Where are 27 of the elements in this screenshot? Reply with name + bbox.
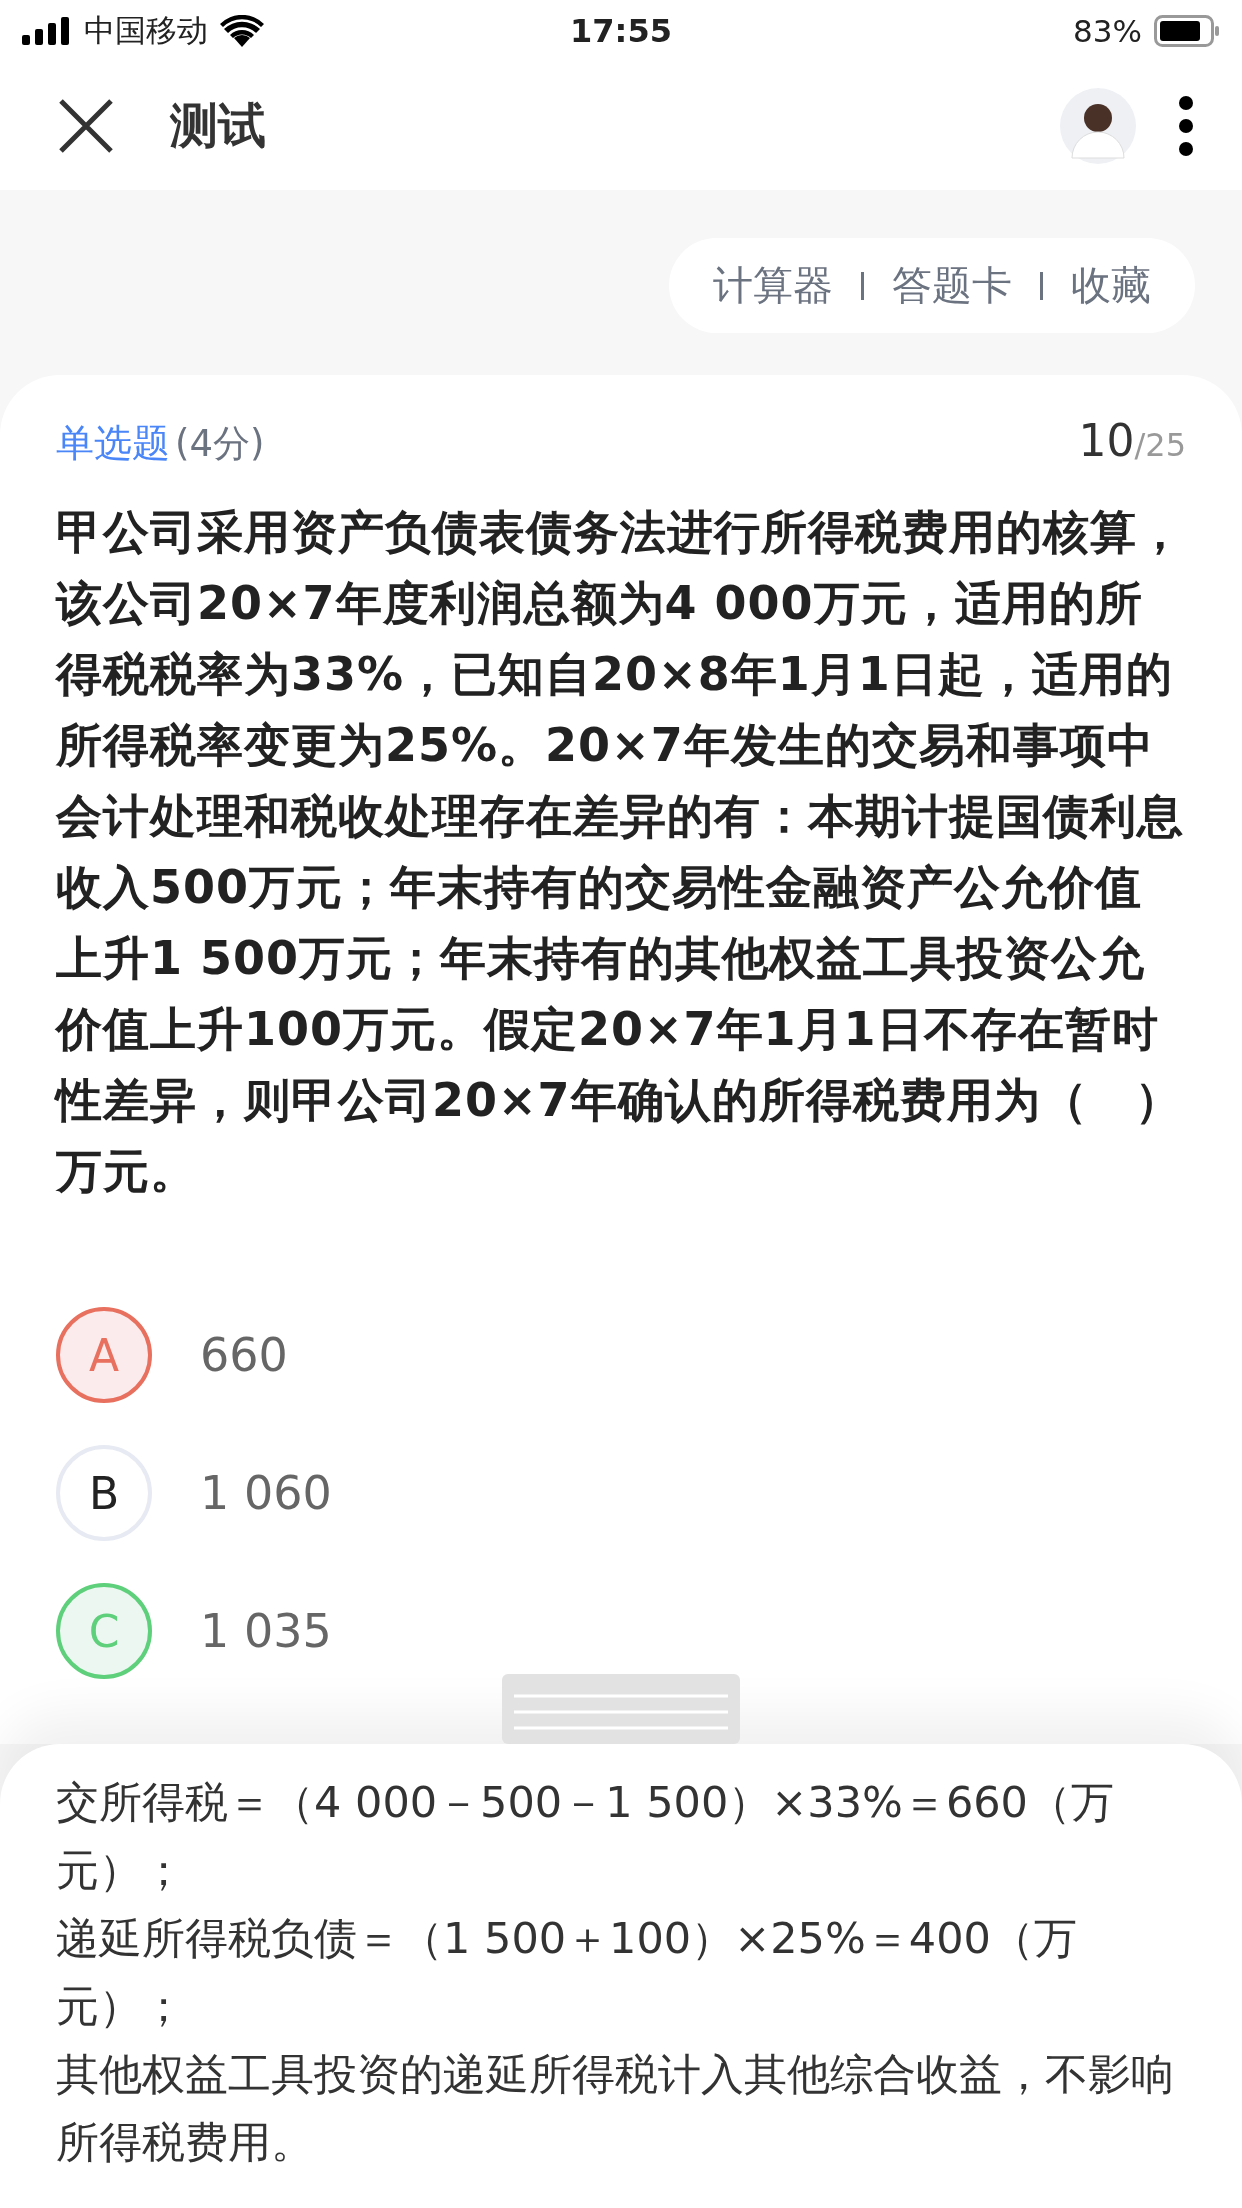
option-circle[interactable]: B bbox=[56, 1445, 152, 1541]
drag-handle-icon[interactable] bbox=[502, 1674, 740, 1744]
signal-icon bbox=[22, 17, 72, 45]
battery-icon bbox=[1154, 15, 1220, 47]
wifi-icon bbox=[220, 15, 264, 47]
toolbar-link[interactable]: 收藏 bbox=[1071, 258, 1151, 313]
current-number: 10 bbox=[1078, 415, 1135, 466]
option-text: 1 035 bbox=[200, 1604, 332, 1658]
option-text: 660 bbox=[200, 1328, 288, 1382]
question-score: (4分) bbox=[175, 422, 265, 465]
clock: 17:55 bbox=[570, 12, 672, 50]
page-title: 测试 bbox=[170, 96, 266, 155]
toolbar-link[interactable]: 答题卡 bbox=[892, 258, 1012, 313]
question-type: 单选题 bbox=[56, 421, 170, 465]
total-count: /25 bbox=[1134, 426, 1186, 464]
battery-percent: 83% bbox=[1073, 13, 1142, 49]
question-text: 甲公司采用资产负债表债务法进行所得税费用的核算，该公司20×7年度利润总额为4 000万元，适用的所得税税率为33%，已知自20×8年1月1日起，适用的所得税率变更为25%。20×7年发生的交易和事项中会计处理和税收处理存在差异的有：本期计提国债利息收入500万元；年末持有的交易性金融资产公允价值上升1 500万元；年末持有的其他权益工具投资公允价值上升100万元。假定20×7年1月1日不存在暂时性差异，则甲公司20×7年确认的所得税费用为（ ）万元。 bbox=[56, 504, 1185, 1200]
close-button[interactable] bbox=[58, 98, 114, 154]
option-text: 1 060 bbox=[200, 1466, 332, 1520]
analysis-text: 交所得税＝（4 000－500－1 500）×33%＝660（万元）； bbox=[56, 1776, 1115, 1897]
analysis-text: 递延所得税负债＝（1 500＋100）×25%＝400（万元）； bbox=[56, 1912, 1078, 2033]
analysis-text: 其他权益工具投资的递延所得税计入其他综合收益，不影响所得税费用。 bbox=[56, 2048, 1175, 2169]
toolbar-link[interactable]: 计算器 bbox=[713, 258, 833, 313]
avatar-icon[interactable] bbox=[1060, 88, 1136, 164]
carrier: 中国移动 bbox=[84, 11, 208, 50]
option-circle[interactable]: A bbox=[56, 1307, 152, 1403]
more-button[interactable] bbox=[1178, 96, 1194, 156]
